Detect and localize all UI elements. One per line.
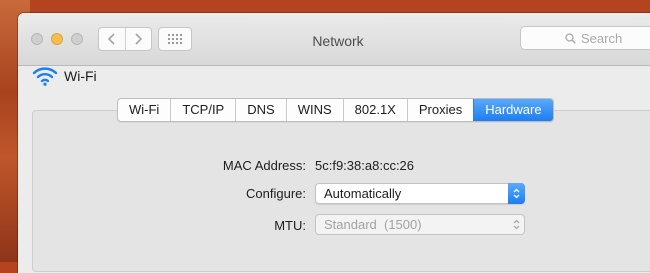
search-icon — [565, 32, 576, 44]
mtu-popup-arrow — [508, 214, 525, 235]
tab-wifi[interactable]: Wi-Fi — [118, 99, 170, 121]
interface-name: Wi-Fi — [64, 68, 97, 84]
configure-label: Configure: — [246, 186, 306, 201]
wifi-icon — [32, 67, 58, 86]
interface-header: Wi-Fi — [32, 66, 97, 86]
tab-wins[interactable]: WINS — [285, 99, 343, 121]
tab-tcpip[interactable]: TCP/IP — [170, 99, 235, 121]
configure-select[interactable]: Automatically — [315, 183, 525, 204]
tab-hardware[interactable]: Hardware — [473, 99, 553, 121]
tab-proxies[interactable]: Proxies — [406, 99, 473, 121]
mtu-value: Standard (1500) — [324, 217, 422, 232]
mac-address-value: 5c:f9:38:a8:cc:26 — [315, 158, 415, 173]
up-down-chevron-icon — [513, 188, 520, 199]
search-placeholder: Search — [581, 30, 623, 46]
search-field[interactable]: Search — [520, 26, 650, 50]
mac-address-label: MAC Address: — [222, 158, 306, 173]
tab-8021x[interactable]: 802.1X — [342, 99, 407, 121]
configure-popup-arrow — [508, 183, 525, 204]
mtu-label: MTU: — [274, 218, 306, 233]
configure-value: Automatically — [324, 186, 402, 201]
tab-dns[interactable]: DNS — [235, 99, 285, 121]
titlebar: Network Search — [18, 13, 650, 66]
up-down-chevron-icon — [513, 219, 520, 230]
tab-bar: Wi-Fi TCP/IP DNS WINS 802.1X Proxies Har… — [117, 98, 554, 122]
mtu-select: Standard (1500) — [315, 214, 525, 235]
